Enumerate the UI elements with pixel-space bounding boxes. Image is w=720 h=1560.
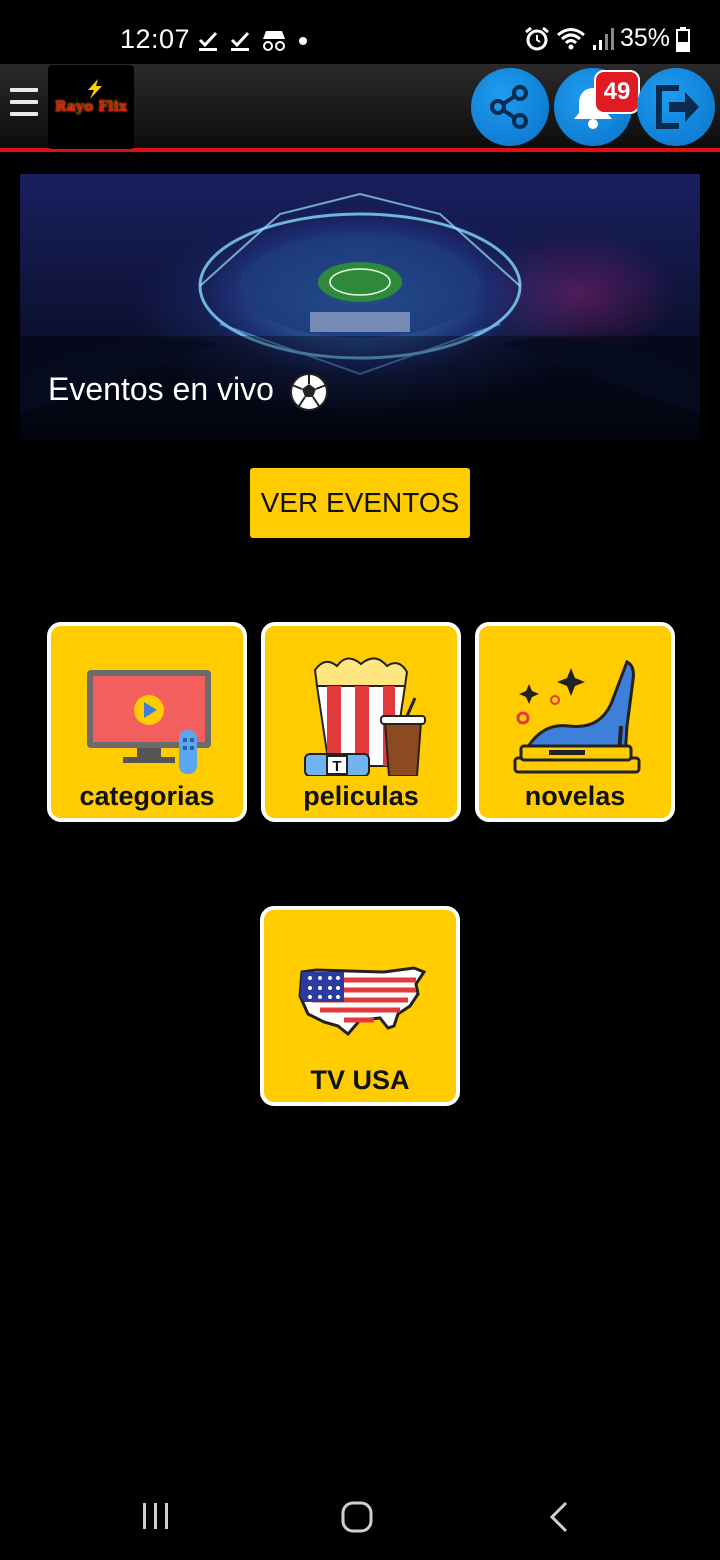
popcorn-icon: T — [304, 657, 426, 776]
status-bar: 12:07 35% — [0, 0, 720, 64]
card-label: novelas — [524, 781, 626, 811]
card-categorias[interactable]: categorias — [47, 622, 247, 822]
recent-apps-button[interactable] — [140, 1500, 172, 1532]
card-label: TV USA — [310, 1065, 410, 1095]
card-label: categorias — [79, 781, 215, 811]
battery-percent: 35% — [619, 24, 670, 52]
status-system-icons: 35% — [524, 24, 690, 53]
svg-text:T: T — [332, 758, 341, 775]
banner-title: Eventos en vivo — [48, 371, 329, 412]
wifi-icon — [556, 27, 585, 49]
card-tv-usa[interactable]: TV USA — [260, 906, 460, 1106]
high-heel-icon — [513, 659, 641, 774]
logout-button[interactable] — [637, 68, 715, 146]
menu-icon[interactable] — [10, 88, 38, 122]
check-icon — [198, 31, 218, 51]
check-icon — [230, 31, 250, 51]
live-events-banner[interactable]: Eventos en vivo — [20, 174, 700, 440]
home-button[interactable] — [340, 1500, 374, 1534]
card-label: peliculas — [303, 781, 419, 811]
status-time: 12:07 — [120, 24, 191, 54]
app-logo[interactable]: Rayo Flix — [48, 65, 134, 149]
logout-icon — [656, 85, 699, 129]
usa-map-icon — [298, 966, 427, 1037]
logo-text: Rayo Flix — [54, 99, 128, 115]
share-icon — [490, 85, 528, 129]
alarm-icon — [525, 26, 549, 50]
soccer-ball-icon — [289, 372, 328, 411]
banner-title-text: Eventos en vivo — [48, 371, 274, 407]
system-nav-bar — [0, 1470, 720, 1560]
dot-icon — [299, 37, 307, 45]
back-button[interactable] — [546, 1500, 572, 1534]
share-button[interactable] — [471, 68, 549, 146]
notification-badge: 49 — [594, 70, 640, 114]
tv-remote-icon — [87, 670, 211, 774]
status-notification-icons — [196, 28, 310, 52]
lightning-icon — [88, 79, 102, 99]
signal-icon — [592, 27, 614, 50]
battery-icon — [676, 26, 690, 52]
ver-eventos-button[interactable]: VER EVENTOS — [250, 468, 470, 538]
card-peliculas[interactable]: T peliculas — [261, 622, 461, 822]
incognito-icon — [263, 31, 285, 51]
card-novelas[interactable]: novelas — [475, 622, 675, 822]
